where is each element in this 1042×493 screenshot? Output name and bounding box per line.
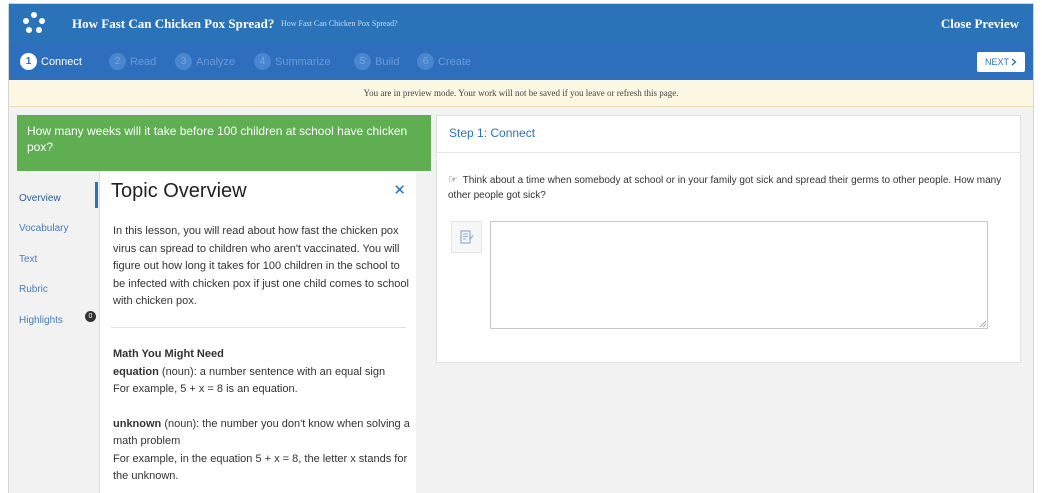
next-label: NEXT	[984, 57, 1009, 67]
math-heading: Math You Might Need	[113, 348, 224, 360]
resize-grip-icon[interactable]	[980, 321, 986, 327]
step-label: Read	[130, 55, 157, 68]
chevron-right-icon	[1011, 58, 1017, 66]
tab-highlights[interactable]: Highlights	[19, 315, 63, 326]
step-panel: Step 1: Connect ☞ Think about a time whe…	[436, 115, 1021, 363]
pointing-hand-icon: ☞	[448, 174, 458, 186]
step-analyze[interactable]: 3 Analyze	[175, 53, 235, 70]
overview-intro: In this lesson, you will read about how …	[113, 225, 409, 307]
preview-notice: You are in preview mode. Your work will …	[9, 80, 1033, 107]
lesson-title: How Fast Can Chicken Pox Spread?	[72, 16, 275, 31]
step-number: 6	[417, 53, 434, 70]
prompt-text: Think about a time when somebody at scho…	[448, 175, 1002, 201]
step-label: Summarize	[275, 55, 331, 68]
unknown-definition: unknown (noun): the number you don't kno…	[113, 416, 411, 451]
equation-term: equation	[113, 365, 159, 378]
step-summarize[interactable]: 4 Summarize	[254, 53, 331, 70]
question-banner: How many weeks will it take before 100 c…	[17, 115, 431, 171]
tab-vocabulary[interactable]: Vocabulary	[19, 223, 68, 234]
step-label: Connect	[41, 55, 82, 68]
step-number: 3	[175, 53, 192, 70]
unknown-term: unknown	[113, 417, 162, 430]
panel-title: Topic Overview	[111, 180, 247, 202]
highlights-count-badge: 0	[85, 311, 96, 322]
step-number: 1	[20, 53, 37, 70]
equation-def: (noun): a number sentence with an equal …	[158, 365, 386, 378]
active-tab-indicator	[95, 182, 98, 208]
side-tabs: Overview Vocabulary Text Rubric Highligh…	[9, 171, 97, 493]
prompt: ☞ Think about a time when somebody at sc…	[448, 173, 1013, 203]
step-number: 2	[109, 53, 126, 70]
step-label: Analyze	[196, 55, 236, 68]
answer-textarea[interactable]	[490, 221, 988, 329]
step-build[interactable]: 5 Build	[354, 53, 399, 70]
close-icon[interactable]: ✕	[393, 181, 406, 199]
step-number: 5	[354, 53, 371, 70]
step-header: Step 1: Connect	[437, 116, 1020, 153]
top-bar: How Fast Can Chicken Pox Spread? How Fas…	[9, 4, 1033, 43]
step-number: 4	[254, 53, 271, 70]
equation-example: For example, 5 + x = 8 is an equation.	[113, 383, 298, 395]
divider	[111, 327, 406, 328]
note-button[interactable]	[451, 221, 482, 253]
topic-overview-panel: Topic Overview ✕ In this lesson, you wil…	[99, 171, 416, 493]
app-frame: How Fast Can Chicken Pox Spread? How Fas…	[8, 3, 1034, 493]
next-button[interactable]: NEXT	[977, 52, 1025, 72]
step-connect[interactable]: 1 Connect	[20, 53, 82, 70]
close-preview-button[interactable]: Close Preview	[941, 16, 1019, 32]
tab-text[interactable]: Text	[19, 254, 37, 265]
math-section: Math You Might Need equation (noun): a n…	[113, 346, 411, 486]
tab-rubric[interactable]: Rubric	[19, 284, 48, 295]
step-create[interactable]: 6 Create	[417, 53, 471, 70]
step-read[interactable]: 2 Read	[109, 53, 156, 70]
tab-overview[interactable]: Overview	[19, 193, 61, 204]
step-label: Build	[375, 55, 400, 68]
logo-icon	[23, 12, 45, 34]
steps-bar: 1 Connect 2 Read 3 Analyze 4 Summarize 5…	[9, 43, 1033, 80]
unknown-example: For example, in the equation 5 + x = 8, …	[113, 452, 408, 483]
lesson-subtitle: How Fast Can Chicken Pox Spread?	[281, 19, 398, 28]
step-label: Create	[438, 55, 472, 68]
note-icon	[460, 230, 474, 244]
equation-definition: equation (noun): a number sentence with …	[113, 364, 411, 382]
